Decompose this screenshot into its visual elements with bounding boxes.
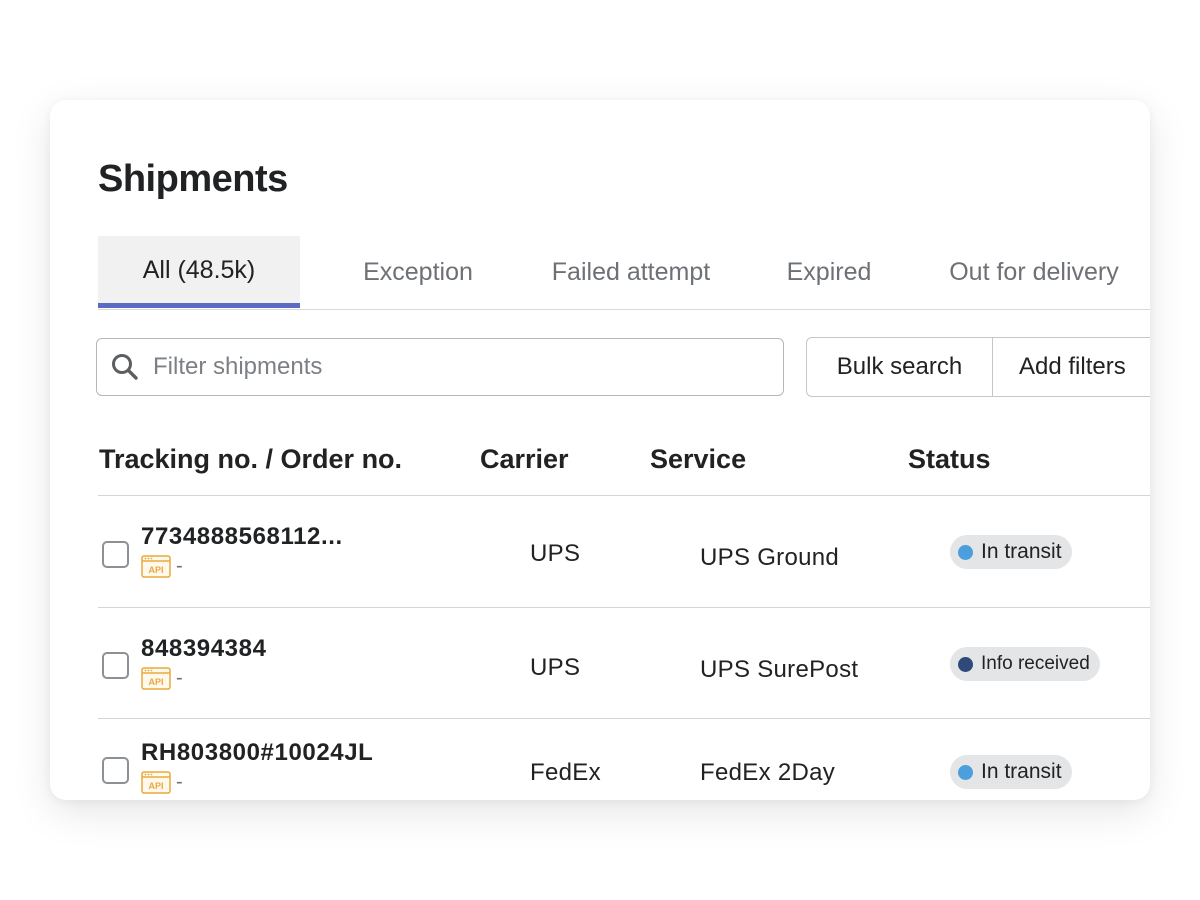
status-dot-icon: [958, 656, 973, 672]
column-header-status[interactable]: Status: [908, 444, 991, 475]
tab-out-for-delivery[interactable]: Out for delivery: [936, 236, 1132, 308]
carrier: UPS: [530, 540, 581, 567]
tracking-number[interactable]: 848394384: [141, 635, 267, 663]
row-checkbox[interactable]: [102, 652, 129, 679]
service: UPS SurePost: [700, 656, 859, 683]
column-header-carrier[interactable]: Carrier: [480, 444, 569, 475]
order-source: API -: [141, 667, 183, 690]
api-icon: API: [141, 667, 171, 690]
order-number: -: [176, 555, 183, 577]
status-badge: In transit: [950, 755, 1072, 789]
tab-exception[interactable]: Exception: [344, 236, 492, 308]
row-checkbox[interactable]: [102, 541, 129, 568]
search-icon: [112, 354, 138, 380]
table-row[interactable]: 848394384 API - UPS UPS SurePost Info re…: [98, 608, 1150, 719]
api-icon: API: [141, 771, 171, 794]
order-source: API -: [141, 771, 183, 794]
shipments-card: Shipments All (48.5k) Exception Failed a…: [50, 100, 1150, 800]
filter-shipments-input[interactable]: [153, 353, 713, 381]
svg-text:API: API: [148, 677, 163, 687]
status-label: In transit: [981, 760, 1062, 783]
row-checkbox[interactable]: [102, 757, 129, 784]
status-badge: Info received: [950, 647, 1100, 681]
add-filters-button[interactable]: Add filters: [993, 337, 1150, 397]
carrier: FedEx: [530, 759, 601, 786]
tracking-number[interactable]: RH803800#10024JL: [141, 739, 373, 767]
status-dot-icon: [958, 544, 973, 560]
column-header-service[interactable]: Service: [650, 444, 746, 475]
status-badge: In transit: [950, 535, 1072, 569]
svg-text:API: API: [148, 781, 163, 791]
table-row[interactable]: RH803800#10024JL API - FedEx FedEx 2Day …: [98, 719, 1150, 800]
status-dot-icon: [958, 764, 973, 780]
service: UPS Ground: [700, 544, 840, 571]
carrier: UPS: [530, 654, 581, 681]
status-label: In transit: [981, 540, 1062, 563]
service: FedEx 2Day: [700, 759, 836, 786]
tab-failed-attempt[interactable]: Failed attempt: [540, 236, 722, 308]
bulk-search-button[interactable]: Bulk search: [806, 337, 993, 397]
table-header-divider: [98, 495, 1150, 496]
tracking-number[interactable]: 7734888568112...: [141, 523, 343, 551]
tab-bar: All (48.5k) Exception Failed attempt Exp…: [98, 236, 1150, 310]
column-header-tracking[interactable]: Tracking no. / Order no.: [99, 444, 402, 475]
order-number: -: [176, 771, 183, 793]
table-row[interactable]: 7734888568112... API - UPS UPS Ground In…: [98, 497, 1150, 608]
order-number: -: [176, 667, 183, 689]
filter-button-group: Bulk search Add filters: [806, 337, 1150, 397]
api-icon: API: [141, 555, 171, 578]
status-label: Info received: [981, 653, 1090, 674]
page-title: Shipments: [98, 158, 288, 200]
filter-search-box: [96, 338, 784, 396]
svg-text:API: API: [148, 565, 163, 575]
tab-expired[interactable]: Expired: [778, 236, 880, 308]
tab-all[interactable]: All (48.5k): [98, 236, 300, 308]
order-source: API -: [141, 555, 183, 578]
